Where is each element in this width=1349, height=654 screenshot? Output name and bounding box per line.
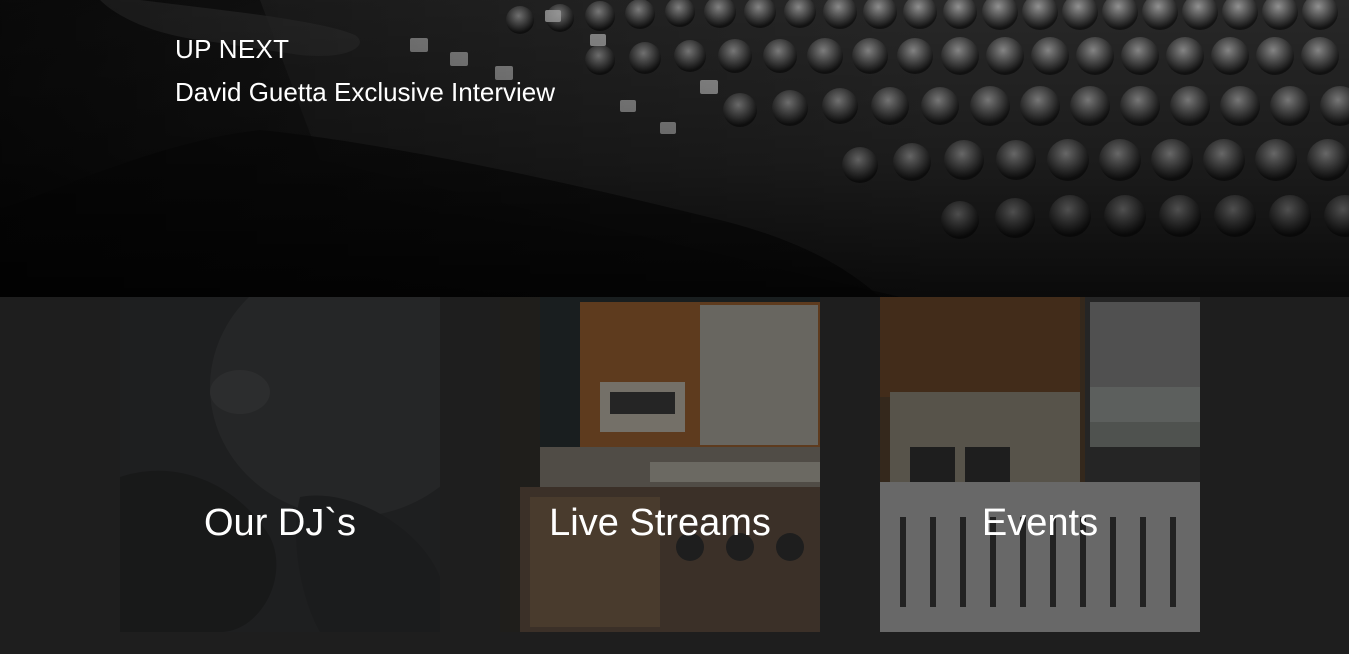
card-overlay [500,297,820,632]
category-cards: Our DJ`s Live Streams Events [0,297,1349,654]
card-label: Events [981,502,1099,544]
up-next-label: UP NEXT [175,34,290,64]
card-overlay [120,297,440,632]
card-overlay [880,297,1200,632]
card-live-streams[interactable]: Live Streams [500,297,820,632]
card-our-djs[interactable]: Our DJ`s [120,297,440,632]
card-events[interactable]: Events [880,297,1200,632]
hero-banner: UP NEXT David Guetta Exclusive Interview [0,0,1349,297]
up-next-title[interactable]: David Guetta Exclusive Interview [175,77,555,108]
card-label: Our DJ`s [204,502,356,544]
card-label: Live Streams [549,502,771,544]
